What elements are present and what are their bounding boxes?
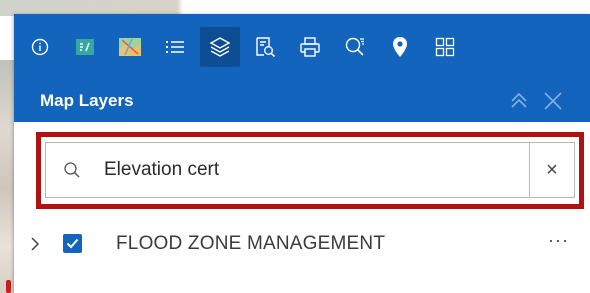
basemap-icon [119,38,141,56]
panel-title: Map Layers [40,91,134,110]
print-button[interactable] [290,27,330,67]
layer-list-item[interactable]: FLOOD ZONE MANAGEMENT ··· [14,224,590,266]
location-pin-icon [393,37,407,57]
layer-visibility-checkbox[interactable] [63,234,82,253]
map-marker-sliver [6,280,11,293]
layer-search-input[interactable] [104,159,484,181]
layer-name: FLOOD ZONE MANAGEMENT [116,233,386,254]
map-layers-panel: Map Layers × [14,14,590,293]
checkmark-icon [66,238,79,249]
layers-icon [209,37,231,57]
layer-list-button[interactable] [155,27,195,67]
basemap-button[interactable] [110,27,150,67]
query-icon [256,37,276,58]
chevron-right-icon[interactable] [28,236,42,252]
legend-button[interactable] [65,27,105,67]
location-button[interactable] [380,27,420,67]
search-tool-button[interactable] [335,27,375,67]
panel-header-actions [508,90,564,112]
widget-toolbar [14,14,590,80]
grid-icon [435,37,455,57]
query-button[interactable] [245,27,285,67]
list-icon [166,41,184,53]
layer-search-box: × [45,142,575,198]
print-icon [300,37,320,57]
search-icon [345,37,364,56]
close-icon[interactable] [542,90,564,112]
more-options-button[interactable]: ··· [548,230,569,251]
search-icon [52,161,92,179]
panel-header: Map Layers [14,80,590,122]
widget-grid-button[interactable] [425,27,465,67]
legend-icon [76,39,94,55]
clear-search-button[interactable]: × [529,143,574,197]
info-button[interactable] [20,27,60,67]
map-layers-button[interactable] [200,27,240,67]
info-icon [31,38,49,56]
collapse-icon[interactable] [508,90,530,112]
close-icon: × [546,158,558,181]
